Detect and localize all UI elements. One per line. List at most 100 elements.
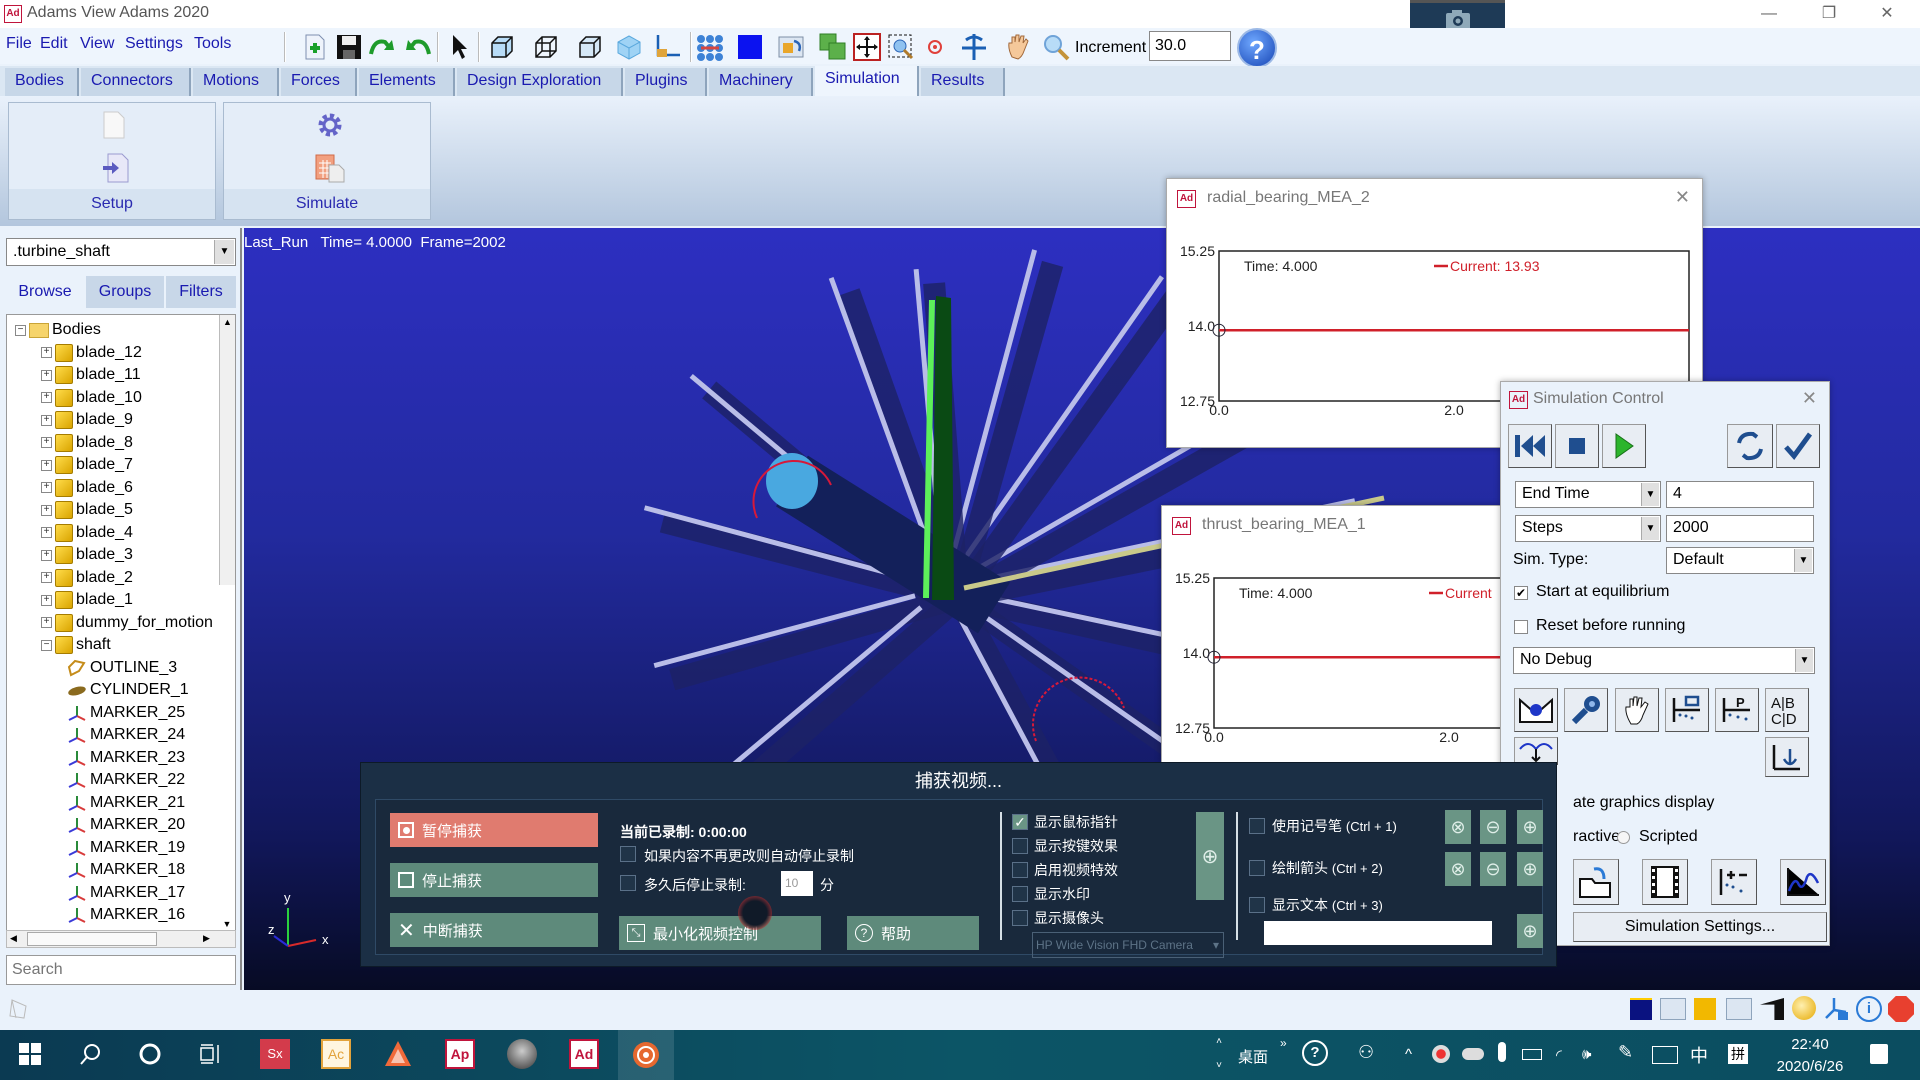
taskbar-app-avatar[interactable]	[502, 1034, 542, 1074]
minimize-video-control-button[interactable]: ⤡ 最小化视频控制	[619, 916, 821, 950]
ime-mode[interactable]: 拼	[1728, 1044, 1748, 1064]
scroll-up-icon[interactable]: ▲	[223, 317, 232, 327]
collapse-icon[interactable]: −	[15, 324, 26, 336]
debug-select[interactable]: No Debug ▼	[1513, 647, 1815, 674]
tree-item-marker-19[interactable]: MARKER_19	[67, 837, 185, 859]
cortana-icon[interactable]	[130, 1034, 170, 1074]
mode-interactive-label[interactable]: ractive	[1573, 828, 1620, 846]
end-time-input[interactable]: 4	[1666, 481, 1814, 508]
tree-item-marker-16[interactable]: MARKER_16	[67, 904, 185, 926]
contact-button[interactable]	[1514, 737, 1558, 765]
tree-item-marker-17[interactable]: MARKER_17	[67, 882, 185, 904]
people-icon[interactable]: ⚇	[1358, 1042, 1374, 1063]
color-fill-icon[interactable]	[1694, 998, 1716, 1020]
camera-select[interactable]: HP Wide Vision FHD Camera ▾	[1032, 932, 1224, 958]
desktop-toolbar-label[interactable]: 桌面	[1238, 1046, 1268, 1067]
tree-item-blade-11[interactable]: + blade_11	[41, 364, 141, 386]
expand-options-button[interactable]: ⊕	[1196, 812, 1224, 900]
steps-input[interactable]: 2000	[1666, 515, 1814, 542]
reset-before-running-checkbox[interactable]	[1514, 620, 1528, 634]
pause-capture-button[interactable]: 暂停捕获	[390, 813, 598, 847]
expand-icon[interactable]: +	[41, 572, 52, 583]
ok-button[interactable]	[1776, 424, 1820, 468]
expand-icon[interactable]: +	[41, 594, 52, 606]
side-view-icon[interactable]	[575, 32, 605, 62]
chevron-down-icon[interactable]: ▼	[1795, 649, 1813, 672]
arrow-size-increase-button[interactable]: ⊕	[1517, 852, 1543, 886]
tree-item-blade-6[interactable]: + blade_6	[41, 477, 133, 499]
tree-item-marker-23[interactable]: MARKER_23	[67, 747, 185, 769]
scroll-thumb[interactable]	[27, 932, 157, 946]
lighting-icon[interactable]	[1792, 996, 1816, 1020]
blank-document-icon[interactable]	[102, 111, 126, 143]
shaded-cube-icon[interactable]	[614, 32, 644, 62]
expand-icon[interactable]: +	[41, 414, 52, 426]
tab-filters[interactable]: Filters	[166, 276, 236, 308]
chevron-right-icon[interactable]: »	[1280, 1036, 1287, 1050]
anchor-plot-button[interactable]	[1765, 737, 1809, 777]
expand-icon[interactable]: +	[41, 617, 52, 628]
postprocessor-button[interactable]	[1780, 859, 1826, 905]
grid-display-icon[interactable]	[1726, 998, 1752, 1020]
expand-icon[interactable]: +	[41, 459, 52, 471]
tab-connectors[interactable]: Connectors	[81, 68, 191, 96]
iso-view-icon[interactable]	[531, 32, 561, 62]
taskbar-app-ac[interactable]: Ac	[316, 1034, 356, 1074]
tab-design-exploration[interactable]: Design Exploration	[457, 68, 623, 96]
abort-capture-button[interactable]: ✕ 中断捕获	[390, 913, 598, 947]
menu-view[interactable]: View	[80, 35, 114, 53]
menu-tools[interactable]: Tools	[194, 35, 231, 53]
chevron-down-icon[interactable]: ▼	[1641, 517, 1659, 540]
menu-edit[interactable]: Edit	[40, 35, 68, 53]
setup-label[interactable]: Setup	[9, 189, 215, 219]
tree-item-dummy-for-motion[interactable]: + dummy_for_motion	[41, 612, 213, 634]
chevron-down-icon[interactable]: ▼	[1794, 549, 1812, 572]
info-icon[interactable]: i	[1856, 996, 1882, 1022]
tree-item-blade-10[interactable]: + blade_10	[41, 387, 142, 409]
pen-size-decrease-button[interactable]: ⊖	[1480, 810, 1506, 844]
steps-mode-select[interactable]: Steps ▼	[1515, 515, 1661, 542]
expand-icon[interactable]: +	[41, 549, 52, 561]
new-file-icon[interactable]	[300, 32, 330, 62]
stop-capture-button[interactable]: 停止捕获	[390, 863, 598, 897]
search-icon[interactable]	[70, 1034, 110, 1074]
close-icon[interactable]: ✕	[1802, 388, 1817, 409]
sim-type-select[interactable]: Default ▼	[1666, 547, 1814, 574]
measure-button[interactable]	[1711, 859, 1757, 905]
settings-wrench-button[interactable]	[1564, 688, 1608, 732]
play-button[interactable]	[1602, 424, 1646, 468]
simulate-label[interactable]: Simulate	[224, 189, 430, 219]
pen-clear-button[interactable]: ⊗	[1445, 810, 1471, 844]
scripted-radio[interactable]	[1617, 831, 1630, 844]
auto-stop-checkbox[interactable]	[620, 846, 636, 862]
text-add-button[interactable]: ⊕	[1517, 914, 1543, 948]
stop-button[interactable]	[1555, 424, 1599, 468]
tab-elements[interactable]: Elements	[359, 68, 455, 96]
taskbar-app-adams-view[interactable]: Ad	[564, 1034, 604, 1074]
ime-language[interactable]: 中	[1690, 1042, 1708, 1068]
tree-item-blade-9[interactable]: + blade_9	[41, 409, 133, 431]
undo-icon[interactable]	[402, 32, 432, 62]
windows-start-icon[interactable]	[10, 1034, 50, 1074]
parameter-button[interactable]: P	[1715, 688, 1759, 732]
tree-item-blade-12[interactable]: + blade_12	[41, 342, 142, 364]
tree-item-blade-2[interactable]: + blade_2	[41, 567, 133, 589]
show-webcam-checkbox[interactable]	[1012, 910, 1028, 926]
chevron-down-icon[interactable]: ▼	[1641, 483, 1659, 506]
marker-pen-checkbox[interactable]	[1249, 818, 1265, 834]
tree-item-blade-1[interactable]: + blade_1	[41, 589, 133, 611]
scroll-right-icon[interactable]: ▶	[203, 933, 210, 944]
end-mode-select[interactable]: End Time ▼	[1515, 481, 1661, 508]
tree-item-marker-25[interactable]: MARKER_25	[67, 702, 185, 724]
keyboard-icon[interactable]	[1652, 1046, 1678, 1064]
start-equilibrium-checkbox[interactable]: ✔	[1514, 586, 1528, 600]
interactive-hand-button[interactable]	[1615, 688, 1659, 732]
tree-vertical-scrollbar[interactable]: ▲	[219, 315, 235, 585]
calculator-icon[interactable]	[314, 153, 346, 187]
help-tray-icon[interactable]: ?	[1302, 1040, 1328, 1066]
clock-date[interactable]: 2020/6/26	[1766, 1058, 1854, 1075]
tree-item-cylinder-1[interactable]: CYLINDER_1	[67, 679, 189, 701]
search-input[interactable]	[6, 955, 236, 985]
stop-sign-icon[interactable]	[1888, 996, 1914, 1022]
tree-item-blade-3[interactable]: + blade_3	[41, 544, 133, 566]
